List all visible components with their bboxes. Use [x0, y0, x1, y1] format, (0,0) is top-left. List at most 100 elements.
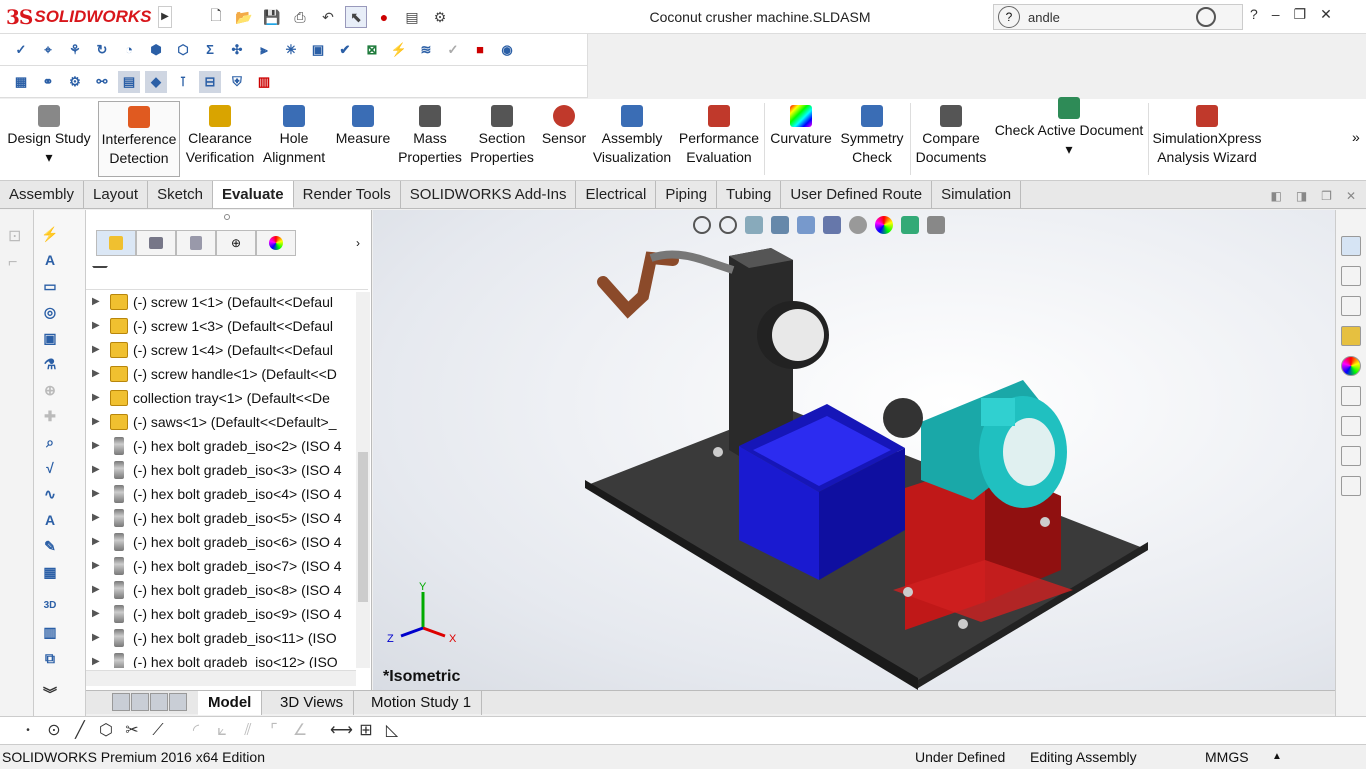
rebuild-traffic-light-icon[interactable]: ●	[373, 6, 395, 28]
units-dropdown-icon[interactable]: ▲	[1272, 745, 1282, 769]
tab-electrical[interactable]: Electrical	[576, 181, 657, 208]
tile-left-icon[interactable]: ◧	[1270, 189, 1281, 203]
design-library-icon[interactable]	[1341, 266, 1361, 286]
toolbox-icon[interactable]	[1341, 476, 1361, 496]
tab-render-tools[interactable]: Render Tools	[294, 181, 401, 208]
balloon-icon[interactable]: ◎	[40, 302, 60, 322]
tree-item[interactable]: ▶ (-) saws<1> (Default<<Default>_	[86, 410, 354, 434]
shield-check-icon[interactable]: ⛨	[226, 71, 248, 93]
forum-icon[interactable]	[1341, 416, 1361, 436]
document-check-icon[interactable]: ▣	[307, 39, 329, 61]
appearances-icon[interactable]	[1341, 356, 1361, 376]
section-icon[interactable]: ▥	[40, 622, 60, 642]
expand-arrow-icon[interactable]: ▶	[92, 506, 100, 530]
3d-view-icon[interactable]: 3D	[40, 596, 60, 616]
tab-assembly[interactable]: Assembly	[0, 181, 85, 208]
grid-icon[interactable]: ⊞	[356, 721, 376, 741]
table-icon[interactable]: ▦	[40, 562, 60, 582]
curvature-button[interactable]: Curvature	[768, 101, 834, 177]
text-annotation-icon[interactable]: A	[40, 250, 60, 270]
tab-evaluate[interactable]: Evaluate	[212, 181, 294, 208]
expand-arrow-icon[interactable]: ▶	[92, 578, 100, 602]
tree-item[interactable]: ▶ (-) hex bolt gradeb_iso<4> (ISO 4	[86, 482, 354, 506]
rebuild-icon[interactable]: ⧉	[40, 648, 60, 668]
slope-icon[interactable]: ◺	[382, 721, 402, 741]
search-input[interactable]	[1028, 7, 1188, 27]
smart-dimension-icon[interactable]: ⚡	[40, 224, 60, 244]
next-tab-icon[interactable]	[150, 693, 168, 711]
undo-icon[interactable]: ↶	[317, 6, 339, 28]
expand-arrow-icon[interactable]: ▶	[92, 626, 100, 650]
mass-properties-button[interactable]: Mass Properties	[396, 101, 464, 177]
help-icon[interactable]: ?	[998, 6, 1020, 28]
tree-item[interactable]: ▶ (-) screw 1<4> (Default<<Defaul	[86, 338, 354, 362]
save-icon[interactable]: 💾	[261, 6, 283, 28]
measure-button[interactable]: Measure	[332, 101, 394, 177]
first-tab-icon[interactable]	[112, 693, 130, 711]
compare-documents-button[interactable]: Compare Documents	[914, 101, 988, 177]
tab-motion-study-1[interactable]: Motion Study 1	[361, 691, 483, 715]
layout-icon[interactable]: ▤	[118, 70, 140, 93]
tab-model[interactable]: Model	[198, 691, 263, 715]
expand-arrow-icon[interactable]: ▶	[92, 482, 100, 506]
tree-item[interactable]: ▶ (-) hex bolt gradeb_iso<3> (ISO 4	[86, 458, 354, 482]
feature-tree-tab-icon[interactable]	[96, 230, 136, 256]
dimension-icon[interactable]: ⟷	[330, 721, 353, 741]
unit-system-selector[interactable]: MMGS	[1205, 745, 1249, 769]
configuration-tab-icon[interactable]	[176, 230, 216, 256]
expand-arrow-icon[interactable]: ▶	[92, 530, 100, 554]
file-properties-icon[interactable]: ▤	[401, 6, 423, 28]
custom-properties-icon[interactable]	[1341, 386, 1361, 406]
filter-bar[interactable]	[86, 260, 368, 290]
line-tool-icon[interactable]: ╱	[70, 721, 90, 741]
text-icon[interactable]: A	[40, 510, 60, 530]
line-icon[interactable]: ⌐	[8, 254, 17, 272]
sigma-icon[interactable]: Σ	[199, 39, 221, 61]
hole-alignment-button[interactable]: Hole Alignment	[260, 101, 328, 177]
surface-finish-icon[interactable]: √	[40, 458, 60, 478]
spark-icon[interactable]: ✳	[280, 39, 302, 61]
tree-icon[interactable]: ⚘	[64, 39, 86, 61]
weld-icon[interactable]: ⚗	[40, 354, 60, 374]
section-view-icon[interactable]: ⊟	[199, 70, 221, 93]
angle-icon[interactable]: ∠	[290, 721, 310, 741]
sensor-button[interactable]: Sensor	[538, 101, 590, 177]
gauge-icon[interactable]: ◔	[118, 39, 140, 61]
verify-icon[interactable]: ✔	[334, 39, 356, 61]
minimize-icon[interactable]: –	[1272, 6, 1280, 23]
dimxpert-tab-icon[interactable]: ⊕	[216, 230, 256, 256]
point-icon[interactable]: ⊙	[44, 721, 64, 741]
tree-item[interactable]: ▶ (-) screw 1<3> (Default<<Defaul	[86, 314, 354, 338]
expand-arrow-icon[interactable]: ▶	[92, 458, 100, 482]
magnifier-icon[interactable]: ⌕	[40, 432, 60, 452]
performance-evaluation-button[interactable]: Performance Evaluation	[678, 101, 760, 177]
mate-icon[interactable]: ⚭	[37, 71, 59, 93]
fillet-icon[interactable]: ◜	[186, 721, 206, 741]
options-gear-icon[interactable]: ⚙	[429, 6, 451, 28]
tabs-scroll-right-icon[interactable]: ›	[356, 236, 360, 250]
tree-item[interactable]: ▶ (-) hex bolt gradeb_iso<5> (ISO 4	[86, 506, 354, 530]
dot-icon[interactable]: •	[18, 721, 38, 741]
component-icon[interactable]: ⚙	[64, 71, 86, 93]
sketch-line-icon[interactable]: ⟋	[148, 721, 168, 741]
menu-expand-button[interactable]: ▶	[158, 6, 172, 28]
sketch-icon[interactable]: ⊡	[8, 226, 21, 246]
tree-item[interactable]: ▶ collection tray<1> (Default<<De	[86, 386, 354, 410]
interference-detection-button[interactable]: Interference Detection	[98, 101, 180, 177]
excel-export-icon[interactable]: ⊠	[361, 39, 383, 61]
spell-check-icon[interactable]: ✓	[10, 39, 32, 61]
restore-icon[interactable]: ❐	[1294, 6, 1307, 23]
tab-solidworks-add-ins[interactable]: SOLIDWORKS Add-Ins	[401, 181, 577, 208]
search-icon[interactable]	[1196, 7, 1216, 27]
chamfer-icon[interactable]: ⟀	[212, 721, 232, 741]
center-mark-icon[interactable]: ✚	[40, 406, 60, 426]
ribbon-overflow-chevron-icon[interactable]: »	[1352, 129, 1360, 145]
doc-close-icon[interactable]: ✕	[1346, 189, 1356, 203]
expand-arrow-icon[interactable]: ▶	[92, 290, 100, 314]
doc-restore-icon[interactable]: ❐	[1321, 189, 1332, 203]
tree-item[interactable]: ▶ (-) hex bolt gradeb_iso<11> (ISO	[86, 626, 354, 650]
red-box-icon[interactable]: ■	[469, 39, 491, 61]
hole-callout-icon[interactable]: ⊕	[40, 380, 60, 400]
tab-sketch[interactable]: Sketch	[148, 181, 213, 208]
panel-grip-icon[interactable]	[224, 214, 230, 220]
